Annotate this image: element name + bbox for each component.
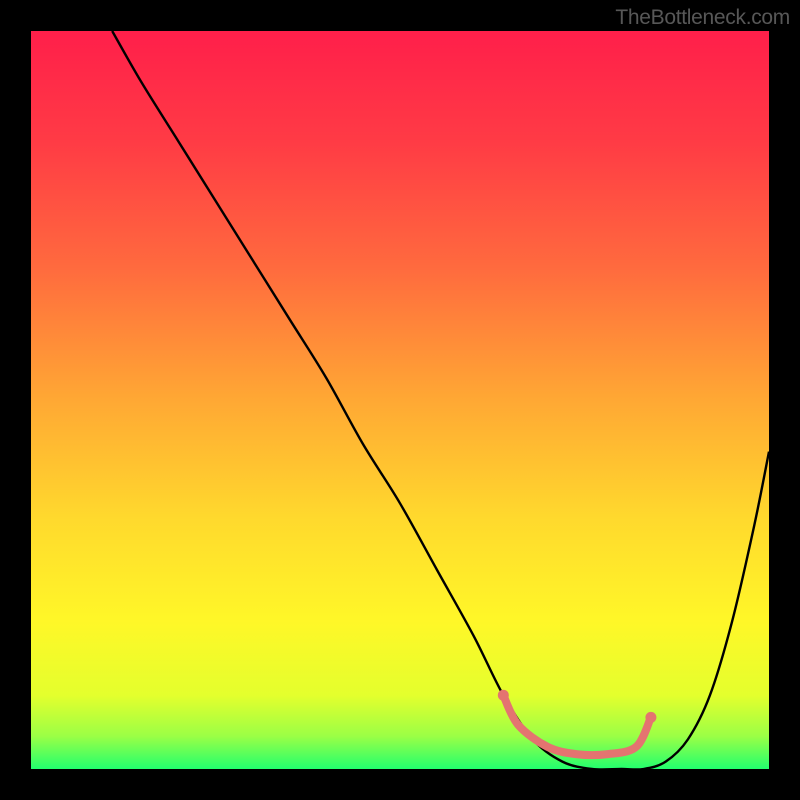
- watermark-text: TheBottleneck.com: [615, 6, 790, 30]
- bottleneck-chart: [0, 0, 800, 800]
- gradient-background: [31, 31, 769, 769]
- highlight-endcap-right: [645, 712, 656, 723]
- highlight-endcap-left: [498, 690, 509, 701]
